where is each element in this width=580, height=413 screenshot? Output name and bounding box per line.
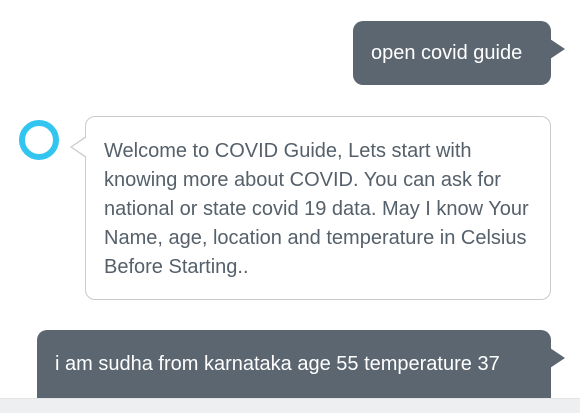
- user-message-text: i am sudha from karnataka age 55 tempera…: [55, 353, 500, 375]
- chat-transcript: open covid guide Welcome to COVID Guide,…: [0, 0, 580, 413]
- user-message-bubble: open covid guide: [353, 21, 565, 85]
- user-message-text: open covid guide: [371, 42, 523, 64]
- assistant-message-bubble: Welcome to COVID Guide, Lets start with …: [70, 116, 551, 300]
- input-bar[interactable]: [0, 398, 580, 413]
- alexa-ring-icon: [19, 120, 59, 160]
- assistant-message-text: Welcome to COVID Guide, Lets start with …: [104, 140, 529, 278]
